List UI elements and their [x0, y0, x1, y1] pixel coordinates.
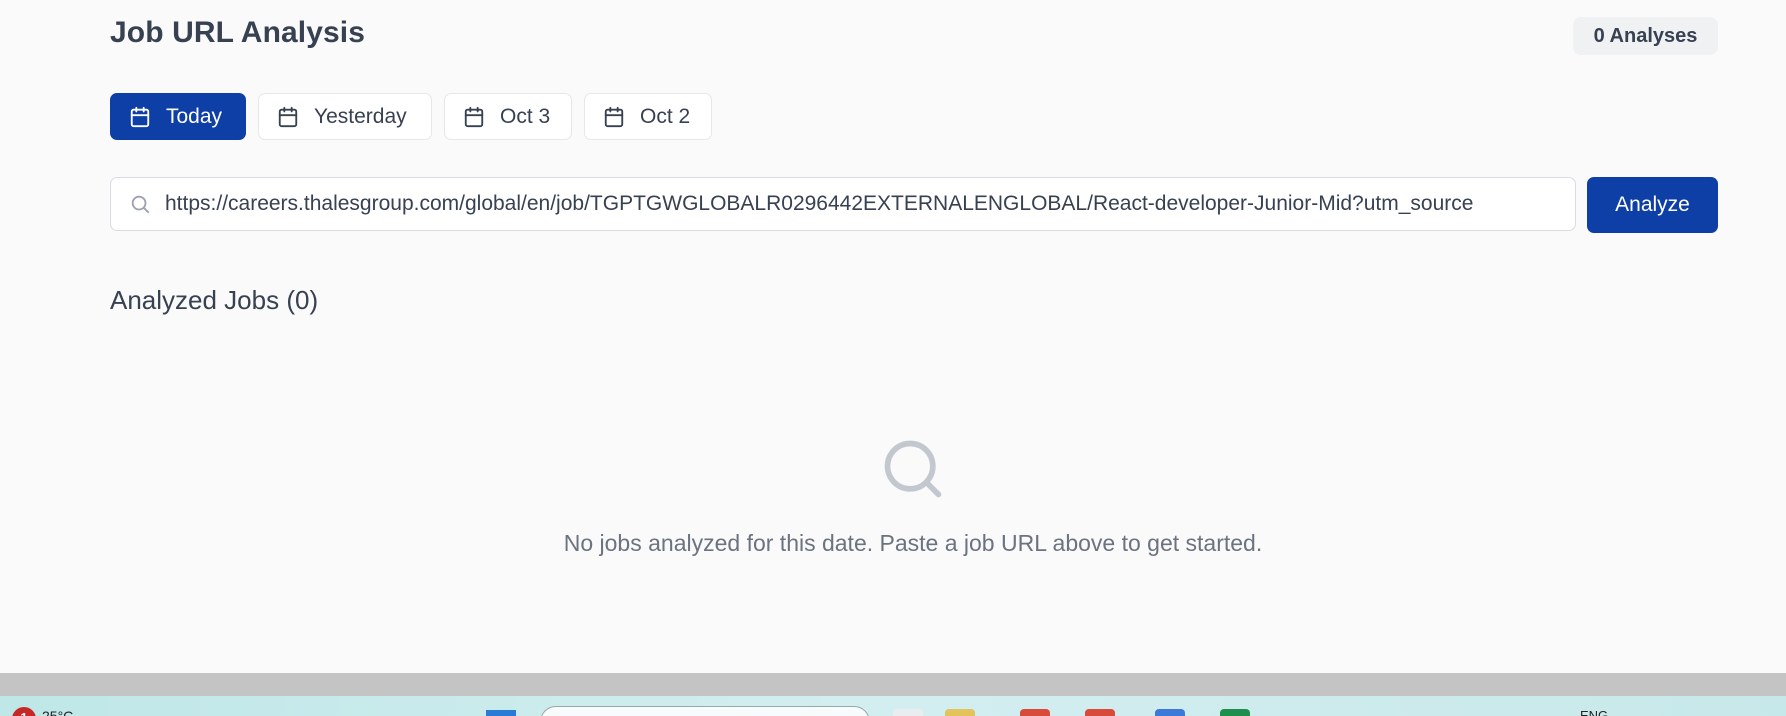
date-tab-label: Oct 2	[640, 104, 691, 128]
taskbar-search-box[interactable]	[540, 706, 870, 716]
taskbar-app-icon[interactable]	[1085, 709, 1115, 716]
taskbar-app-icon[interactable]	[945, 709, 975, 716]
notification-badge[interactable]: 1	[12, 707, 36, 716]
taskbar: 1 25°C ENG	[0, 696, 1786, 716]
date-tab-oct-2[interactable]: Oct 2	[584, 93, 712, 140]
taskbar-app-icon[interactable]	[1220, 709, 1250, 716]
calendar-icon	[130, 106, 150, 127]
job-url-analysis-page: Job URL Analysis 0 Analyses Today Yester…	[0, 0, 1786, 716]
job-url-search-box[interactable]	[110, 177, 1576, 231]
taskbar-app-icon[interactable]	[1020, 709, 1050, 716]
windows-start-icon[interactable]	[486, 710, 516, 716]
calendar-icon	[604, 106, 624, 127]
date-tab-label: Yesterday	[314, 104, 407, 128]
job-url-input[interactable]	[165, 192, 1555, 216]
taskbar-app-icon[interactable]	[1155, 709, 1185, 716]
date-tab-yesterday[interactable]: Yesterday	[258, 93, 432, 140]
language-indicator[interactable]: ENG	[1580, 708, 1608, 716]
date-tab-label: Today	[166, 104, 223, 128]
taskbar-app-icon[interactable]	[893, 709, 923, 716]
date-tab-label: Oct 3	[500, 104, 551, 128]
calendar-icon	[464, 106, 484, 127]
weather-text[interactable]: 25°C	[42, 708, 73, 716]
analyze-button[interactable]: Analyze	[1587, 177, 1718, 233]
analyses-count-badge: 0 Analyses	[1573, 17, 1718, 55]
calendar-icon	[278, 106, 298, 127]
search-icon	[131, 195, 150, 214]
window-bottom-border	[0, 673, 1786, 696]
page-title: Job URL Analysis	[110, 16, 366, 49]
search-icon	[884, 440, 942, 498]
date-tab-today[interactable]: Today	[110, 93, 246, 140]
date-tab-oct-3[interactable]: Oct 3	[444, 93, 572, 140]
analyzed-jobs-title: Analyzed Jobs (0)	[110, 285, 319, 315]
empty-state-message: No jobs analyzed for this date. Paste a …	[563, 530, 1263, 556]
